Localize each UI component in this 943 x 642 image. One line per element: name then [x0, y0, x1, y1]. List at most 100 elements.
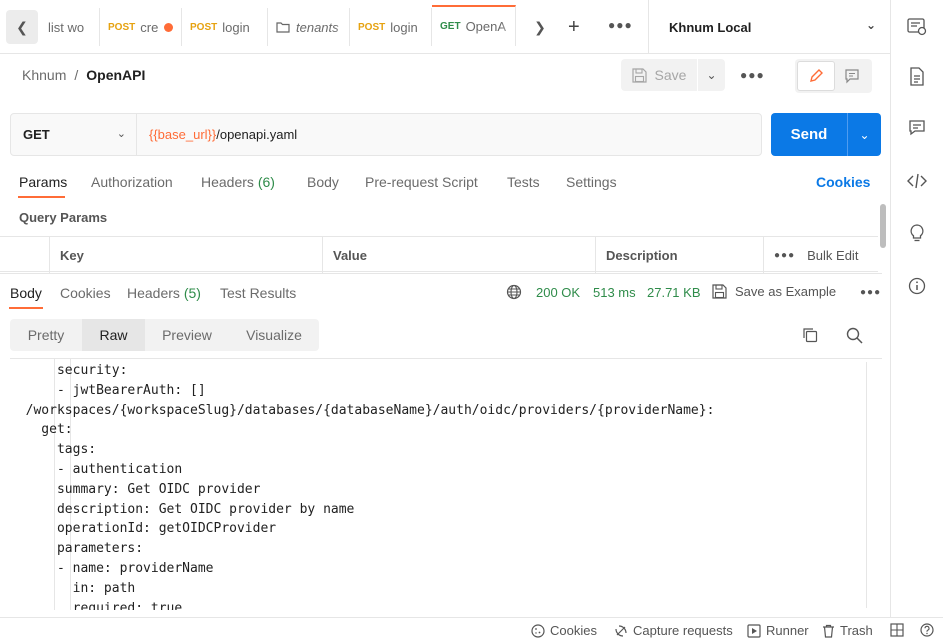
http-method-value: GET — [23, 127, 50, 142]
column-key: Key — [49, 237, 322, 273]
breadcrumb-request-name[interactable]: OpenAPI — [86, 67, 145, 83]
code-line: summary: Get OIDC provider — [10, 481, 261, 497]
pencil-icon — [808, 68, 824, 84]
trash-label: Trash — [840, 623, 873, 638]
environment-quick-look-icon[interactable] — [906, 16, 928, 38]
bulk-edit-link[interactable]: Bulk Edit — [807, 248, 858, 263]
new-tab-plus-icon[interactable]: + — [568, 17, 580, 37]
url-input[interactable]: {{base_url}} /openapi.yaml — [137, 114, 297, 155]
footer-cookies-button[interactable]: Cookies — [531, 623, 597, 638]
two-pane-view-icon[interactable] — [890, 623, 904, 637]
save-options-dropdown[interactable]: ⌄ — [697, 59, 725, 91]
environment-selector[interactable]: Khnum Local ⌄ — [648, 0, 890, 54]
send-button[interactable]: Send — [771, 113, 847, 156]
send-options-dropdown[interactable]: ⌄ — [847, 113, 881, 156]
tab-label: cre — [140, 19, 159, 35]
code-snippet-icon[interactable] — [906, 170, 928, 192]
chevron-down-icon: ⌄ — [706, 68, 717, 82]
tab-method: POST — [358, 21, 386, 33]
right-sidebar — [890, 0, 943, 618]
chevron-down-icon: ⌄ — [865, 18, 876, 32]
trash-icon — [822, 624, 835, 638]
search-icon[interactable] — [844, 325, 864, 345]
tab-login-2[interactable]: POST login — [350, 8, 432, 46]
save-as-example-button[interactable]: Save as Example — [712, 284, 836, 299]
edit-mode-button[interactable] — [797, 61, 835, 91]
code-line: tags: — [10, 442, 97, 458]
cookies-link[interactable]: Cookies — [816, 174, 870, 190]
response-headers-label: Headers — [127, 285, 180, 301]
help-icon[interactable] — [920, 623, 934, 637]
code-line: - authentication — [10, 461, 183, 477]
column-value: Value — [322, 237, 595, 273]
tab-tests[interactable]: Tests — [507, 174, 540, 190]
request-tab-bar: ❮ list wo POST cre POST login tenants PO… — [0, 0, 890, 54]
trash-button[interactable]: Trash — [822, 623, 873, 638]
response-body-code[interactable]: security: - jwtBearerAuth: [] /workspace… — [10, 358, 882, 610]
tab-openapi[interactable]: GET OpenA — [432, 5, 516, 46]
view-preview-button[interactable]: Preview — [145, 319, 229, 351]
request-pane-scrollbar[interactable] — [880, 204, 886, 248]
runner-button[interactable]: Runner — [747, 623, 809, 638]
response-more-options-icon[interactable]: ●●● — [860, 287, 881, 298]
scroll-tabs-right-button[interactable]: ❯ — [524, 10, 556, 44]
response-size[interactable]: 27.71 KB — [647, 285, 701, 300]
environment-name: Khnum Local — [669, 19, 752, 35]
tab-authorization[interactable]: Authorization — [91, 174, 173, 190]
capture-requests-button[interactable]: Capture requests — [614, 623, 733, 638]
query-params-table: Key Value Description ●●● Bulk Edit — [0, 236, 878, 273]
comment-mode-button[interactable] — [835, 61, 871, 91]
documentation-icon[interactable] — [906, 65, 928, 87]
column-options-more-icon[interactable]: ●●● — [774, 250, 795, 261]
response-status-code[interactable]: 200 OK — [536, 285, 580, 300]
tab-body[interactable]: Body — [307, 174, 339, 190]
copy-icon[interactable] — [800, 325, 820, 345]
column-description: Description — [595, 237, 763, 273]
tab-headers[interactable]: Headers (6) — [201, 174, 275, 190]
save-disk-icon — [631, 67, 647, 83]
tab-login-1[interactable]: POST login — [182, 8, 268, 46]
send-button-group: Send ⌄ — [771, 113, 881, 156]
save-disk-icon — [712, 284, 727, 299]
breadcrumb-collection[interactable]: Khnum — [22, 67, 66, 83]
info-icon[interactable] — [906, 275, 928, 297]
code-line: description: Get OIDC provider by name — [10, 501, 355, 517]
view-raw-button[interactable]: Raw — [82, 319, 145, 351]
tab-list-workspaces[interactable]: list wo — [40, 8, 100, 46]
view-pretty-button[interactable]: Pretty — [10, 319, 82, 351]
response-headers-count: (5) — [183, 285, 201, 301]
url-path: /openapi.yaml — [216, 127, 298, 142]
code-line: - name: providerName — [10, 560, 214, 576]
chevron-down-icon: ⌄ — [859, 127, 870, 142]
globe-icon[interactable] — [506, 284, 522, 300]
response-tab-cookies[interactable]: Cookies — [60, 285, 111, 301]
response-time[interactable]: 513 ms — [593, 285, 636, 300]
response-tab-body[interactable]: Body — [10, 285, 42, 301]
request-more-options-icon[interactable]: ●●● — [740, 68, 765, 82]
tab-prerequest-script[interactable]: Pre-request Script — [365, 174, 478, 190]
tab-create[interactable]: POST cre — [100, 8, 182, 46]
tab-options-more-icon[interactable]: ●●● — [608, 18, 633, 32]
url-bar: GET ⌄ {{base_url}} /openapi.yaml — [10, 113, 762, 156]
tab-params[interactable]: Params — [19, 174, 67, 190]
tab-tenants[interactable]: tenants — [268, 8, 350, 46]
runner-label: Runner — [766, 623, 809, 638]
request-tabs: Params Authorization Headers (6) Body Pr… — [0, 166, 878, 198]
satellite-icon — [614, 624, 628, 638]
edit-mode-toggle — [795, 59, 872, 93]
response-tab-headers[interactable]: Headers (5) — [127, 285, 201, 301]
tab-headers-label: Headers — [201, 174, 254, 190]
scroll-tabs-left-button[interactable]: ❮ — [6, 10, 38, 44]
http-method-select[interactable]: GET ⌄ — [11, 114, 137, 155]
active-tab-indicator — [18, 196, 65, 198]
save-button-group: Save ⌄ — [621, 59, 725, 91]
comments-icon[interactable] — [906, 117, 928, 139]
tab-settings[interactable]: Settings — [566, 174, 617, 190]
response-tab-test-results[interactable]: Test Results — [220, 285, 296, 301]
response-body-scrollbar[interactable] — [866, 362, 867, 608]
lightbulb-icon[interactable] — [906, 222, 928, 244]
view-visualize-button[interactable]: Visualize — [229, 319, 319, 351]
response-bar: Body Cookies Headers (5) Test Results 20… — [0, 273, 882, 310]
code-line: get: — [10, 422, 73, 438]
save-button[interactable]: Save — [621, 59, 697, 91]
